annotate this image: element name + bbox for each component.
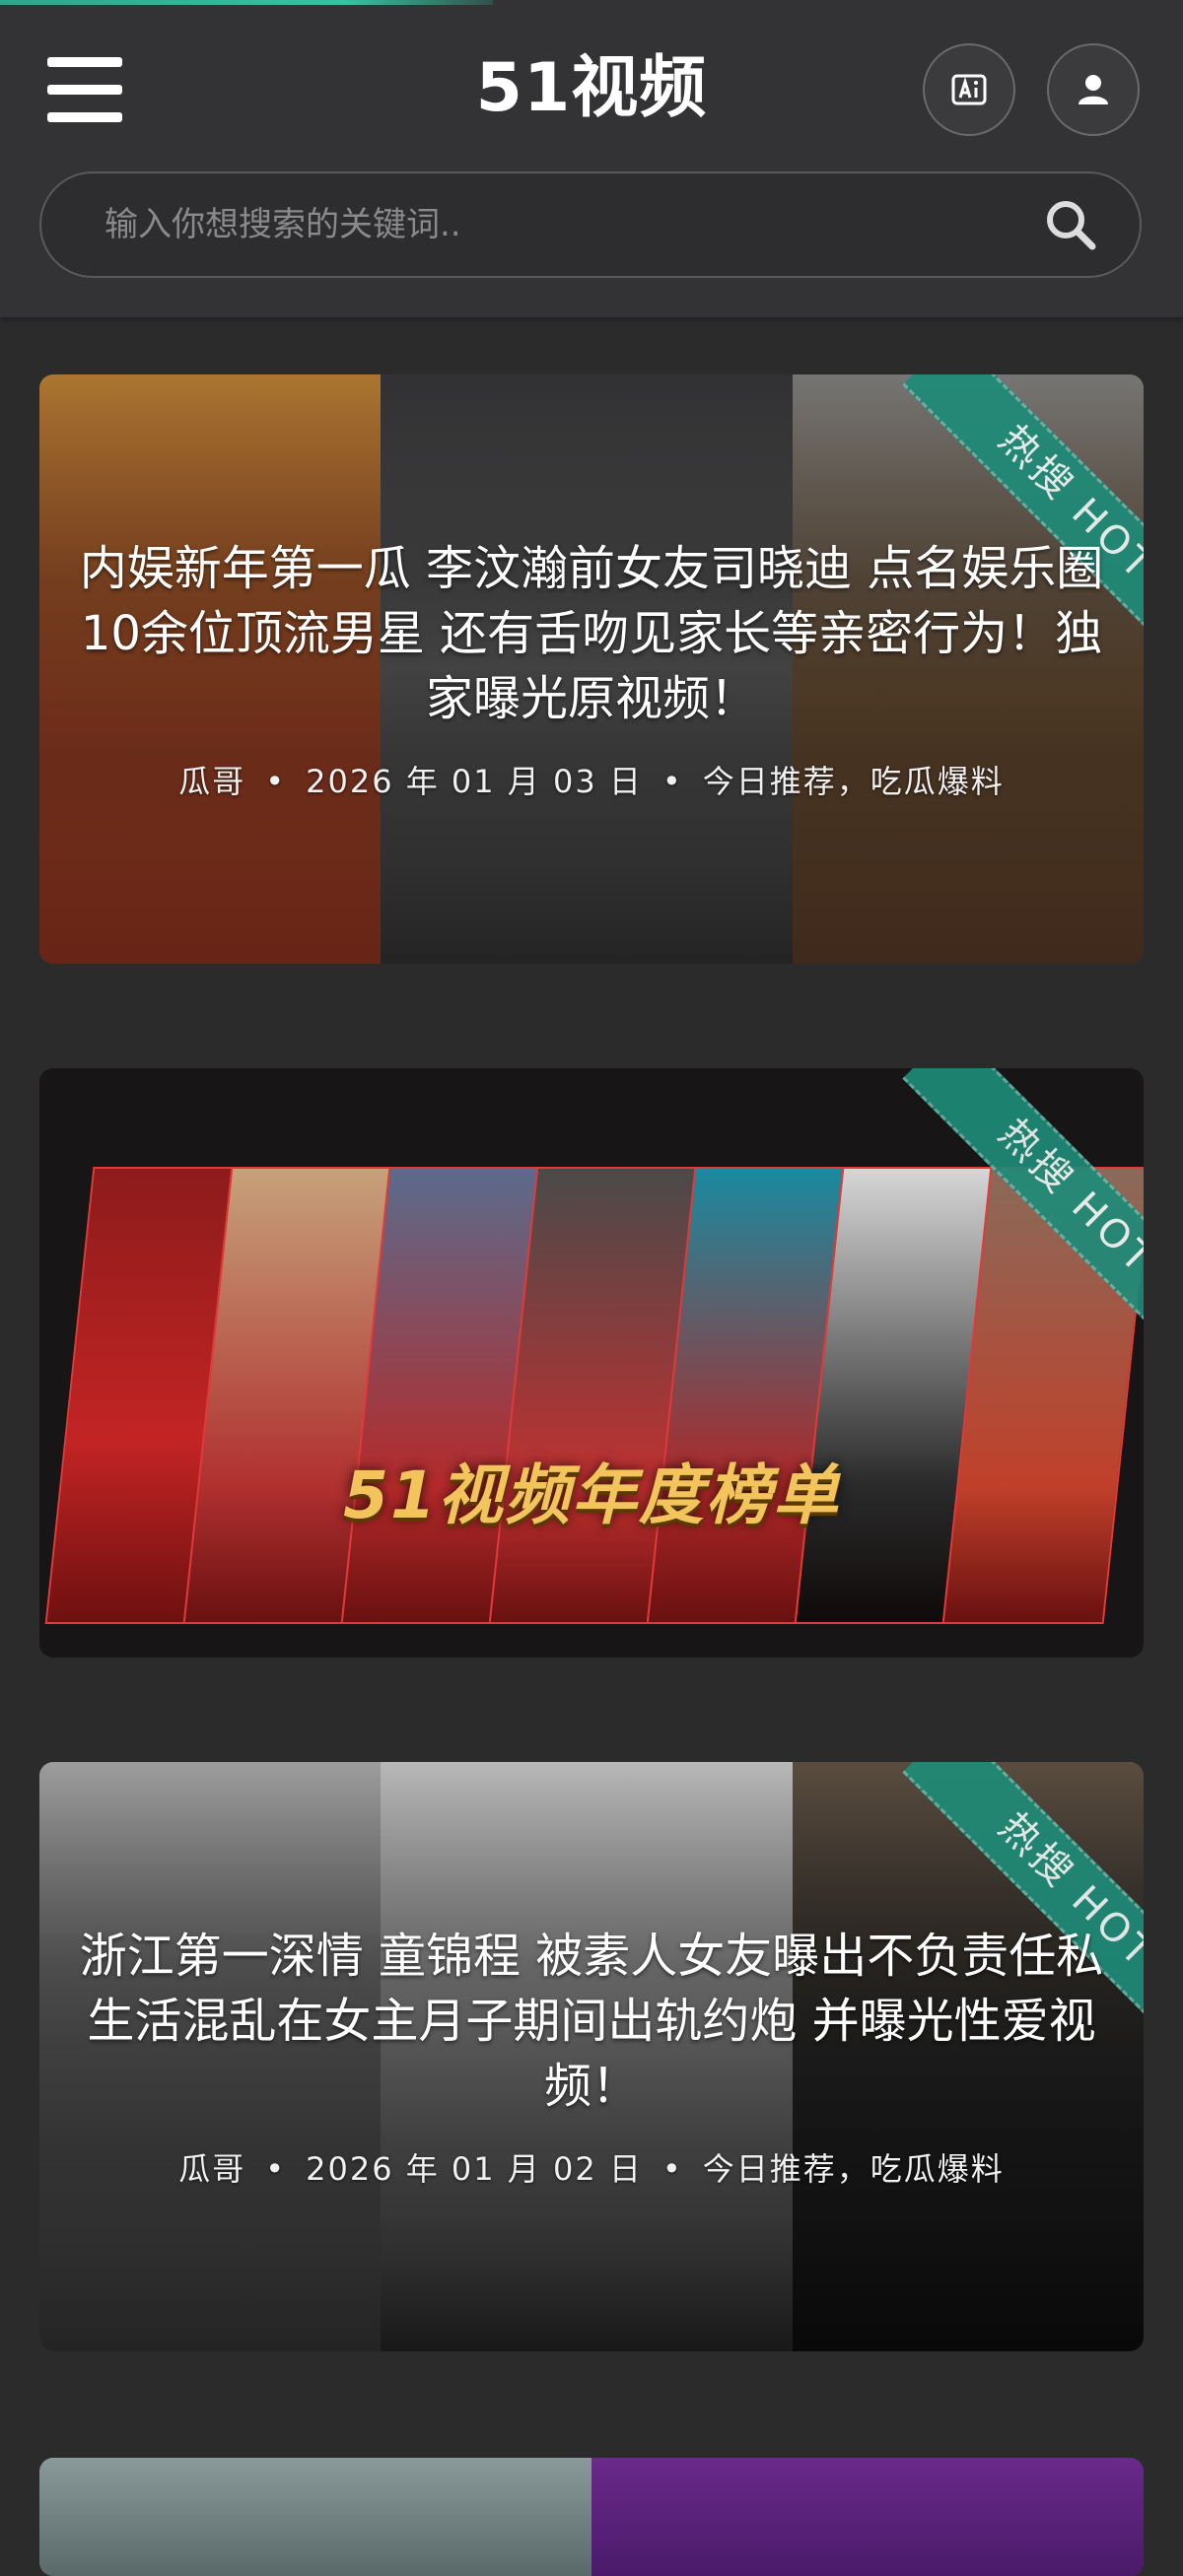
hot-ribbon: 热搜 HOT xyxy=(902,1068,1144,1364)
post-date: 2026 年 01 月 03 日 xyxy=(306,763,643,800)
post-meta: 瓜哥 • 2026 年 01 月 03 日 • 今日推荐，吃瓜爆料 xyxy=(178,763,1005,800)
post-date: 2026 年 01 月 02 日 xyxy=(306,2150,643,2188)
ai-button[interactable] xyxy=(923,43,1015,136)
post-thumbnail xyxy=(39,2458,592,2576)
page-progress-bar xyxy=(0,0,493,5)
post-title[interactable]: 内娱新年第一瓜 李汶瀚前女友司晓迪 点名娱乐圈10余位顶流男星 还有舌吻见家长等… xyxy=(79,536,1104,731)
post-thumbnail xyxy=(592,2458,1144,2576)
post-author: 瓜哥 xyxy=(178,2150,246,2188)
ranking-banner-card[interactable]: 51视频年度榜单 热搜 HOT xyxy=(39,1068,1144,1658)
search-icon[interactable] xyxy=(1041,195,1100,254)
post-tags[interactable]: 今日推荐，吃瓜爆料 xyxy=(703,2150,1005,2188)
user-account-button[interactable] xyxy=(1047,43,1140,136)
post-card[interactable] xyxy=(39,2458,1144,2576)
post-title[interactable]: 浙江第一深情 童锦程 被素人女友曝出不负责任私生活混乱在女主月子期间出轨约炮 并… xyxy=(79,1924,1104,2119)
banner-title: 51视频年度榜单 xyxy=(343,1457,840,1533)
post-meta: 瓜哥 • 2026 年 01 月 02 日 • 今日推荐，吃瓜爆料 xyxy=(178,2150,1005,2188)
top-bar: 51视频 xyxy=(0,0,1183,317)
post-author: 瓜哥 xyxy=(178,763,246,800)
ai-icon xyxy=(951,74,987,105)
post-card[interactable]: 热搜 HOT 浙江第一深情 童锦程 被素人女友曝出不负责任私生活混乱在女主月子期… xyxy=(39,1762,1144,2351)
search-input[interactable] xyxy=(41,172,1041,277)
search-bar xyxy=(39,171,1142,278)
user-icon xyxy=(1079,75,1108,104)
post-card[interactable]: 热搜 HOT 内娱新年第一瓜 李汶瀚前女友司晓迪 点名娱乐圈10余位顶流男星 还… xyxy=(39,374,1144,964)
post-tags[interactable]: 今日推荐，吃瓜爆料 xyxy=(703,763,1005,800)
